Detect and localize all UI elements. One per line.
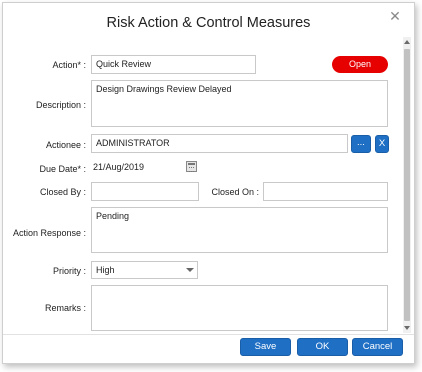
action-input[interactable]: Quick Review bbox=[91, 55, 256, 74]
closed-on-input[interactable] bbox=[263, 182, 388, 201]
closed-on-label: Closed On : bbox=[211, 187, 259, 197]
closed-by-input[interactable] bbox=[91, 182, 199, 201]
risk-action-dialog: Risk Action & Control Measures ✕ Action*… bbox=[2, 2, 415, 364]
priority-label: Priority : bbox=[52, 266, 86, 276]
save-button[interactable]: Save bbox=[240, 338, 291, 356]
action-label: Action* : bbox=[52, 60, 86, 70]
scroll-up-icon[interactable] bbox=[404, 40, 410, 44]
close-icon[interactable]: ✕ bbox=[388, 9, 402, 23]
action-response-textarea[interactable]: Pending bbox=[91, 207, 388, 253]
scroll-thumb[interactable] bbox=[404, 49, 410, 321]
action-response-label: Action Response : bbox=[12, 228, 86, 238]
scroll-down-icon[interactable] bbox=[404, 326, 410, 330]
ok-button[interactable]: OK bbox=[297, 338, 348, 356]
closed-by-label: Closed By : bbox=[39, 187, 86, 197]
actionee-input[interactable]: ADMINISTRATOR bbox=[91, 134, 348, 153]
actionee-browse-button[interactable]: ... bbox=[351, 135, 371, 153]
actionee-label: Actionee : bbox=[45, 140, 86, 150]
actionee-clear-button[interactable]: X bbox=[375, 135, 389, 153]
chevron-down-icon bbox=[186, 268, 194, 272]
dialog-title: Risk Action & Control Measures bbox=[106, 15, 311, 31]
remarks-textarea[interactable] bbox=[91, 285, 388, 331]
description-label: Description : bbox=[35, 100, 86, 110]
status-open-button[interactable]: Open bbox=[332, 56, 388, 73]
scrollbar[interactable] bbox=[403, 37, 411, 333]
footer-divider bbox=[3, 334, 414, 335]
description-textarea[interactable]: Design Drawings Review Delayed bbox=[91, 80, 388, 127]
cancel-button[interactable]: Cancel bbox=[352, 338, 403, 356]
priority-select[interactable]: High bbox=[91, 261, 198, 279]
priority-selected-value: High bbox=[96, 265, 115, 275]
due-date-label: Due Date* : bbox=[39, 164, 86, 174]
calendar-icon[interactable] bbox=[186, 161, 197, 172]
remarks-label: Remarks : bbox=[44, 303, 86, 313]
due-date-input[interactable]: 21/Aug/2019 bbox=[91, 159, 179, 176]
